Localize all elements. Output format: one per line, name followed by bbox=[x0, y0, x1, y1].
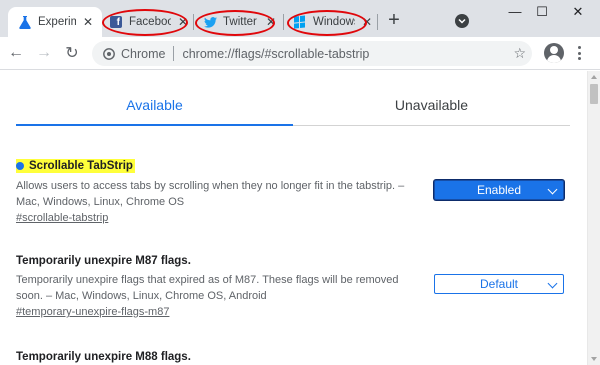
tab-available[interactable]: Available bbox=[16, 97, 293, 113]
experiment-unexpire-m87: Temporarily unexpire M87 flags. Temporar… bbox=[16, 251, 570, 319]
experiment-unexpire-m88: Temporarily unexpire M88 flags. bbox=[16, 347, 570, 365]
close-tab-icon[interactable]: ✕ bbox=[359, 14, 375, 30]
avatar-body bbox=[547, 55, 561, 63]
vertical-scrollbar[interactable] bbox=[587, 71, 600, 365]
omnibox-divider bbox=[173, 46, 175, 61]
tab-title: Facebook bbox=[129, 16, 171, 28]
tab-title: Twitter bbox=[223, 16, 257, 28]
close-tab-icon[interactable]: ✕ bbox=[263, 14, 279, 30]
twitter-icon bbox=[203, 15, 217, 29]
avatar-head bbox=[550, 46, 558, 54]
experiment-permalink[interactable]: #scrollable-tabstrip bbox=[16, 211, 570, 225]
reload-button[interactable]: ↻ bbox=[62, 43, 82, 63]
tab-title: Experiments bbox=[38, 16, 76, 28]
tab-separator bbox=[377, 14, 378, 30]
tab-title: Windows bbox=[313, 16, 355, 28]
scrollbar-thumb[interactable] bbox=[590, 84, 598, 104]
experiment-title: Temporarily unexpire M87 flags. bbox=[16, 254, 191, 268]
flags-tabs: Available Unavailable bbox=[16, 71, 570, 126]
experiment-description: Temporarily unexpire flags that expired … bbox=[16, 274, 399, 302]
experiment-state-select[interactable]: Enabled bbox=[434, 180, 564, 200]
facebook-icon: f bbox=[109, 15, 123, 29]
tab-facebook[interactable]: f Facebook ✕ bbox=[103, 7, 191, 37]
bookmark-star-icon[interactable]: ☆ bbox=[513, 45, 526, 62]
experiment-title: Temporarily unexpire M88 flags. bbox=[16, 350, 191, 364]
address-bar[interactable]: Chrome chrome://flags/#scrollable-tabstr… bbox=[92, 41, 532, 66]
experiment-description: Allows users to access tabs by scrolling… bbox=[16, 180, 405, 208]
active-tab-indicator bbox=[16, 124, 293, 126]
scroll-down-arrow-icon[interactable] bbox=[591, 357, 597, 361]
tab-search-button[interactable] bbox=[455, 14, 469, 28]
select-value: Enabled bbox=[476, 183, 522, 197]
tab-windows[interactable]: Windows ✕ bbox=[287, 7, 375, 37]
minimize-button[interactable]: — bbox=[505, 4, 525, 20]
url-text: chrome://flags/#scrollable-tabstrip bbox=[182, 46, 370, 61]
chrome-icon bbox=[103, 47, 115, 60]
flags-page: Available Unavailable Scrollable TabStri… bbox=[0, 71, 587, 365]
tab-separator bbox=[193, 14, 194, 30]
tab-separator bbox=[283, 14, 284, 30]
scroll-up-arrow-icon[interactable] bbox=[591, 75, 597, 79]
chevron-down-icon bbox=[458, 18, 466, 24]
experiment-title-text: Temporarily unexpire M88 flags. bbox=[16, 351, 191, 363]
tab-strip: Experiments ✕ f Facebook ✕ Twitter ✕ Win… bbox=[0, 0, 600, 37]
menu-more-icon[interactable] bbox=[574, 45, 584, 61]
toolbar: ← → ↻ Chrome chrome://flags/#scrollable-… bbox=[0, 37, 600, 70]
maximize-button[interactable]: ☐ bbox=[532, 4, 552, 20]
experiment-scrollable-tabstrip: Scrollable TabStrip Allows users to acce… bbox=[16, 157, 570, 225]
chevron-down-icon bbox=[547, 278, 558, 289]
close-tab-icon[interactable]: ✕ bbox=[80, 14, 96, 30]
chevron-down-icon bbox=[547, 184, 558, 195]
experiment-title-text: Temporarily unexpire M87 flags. bbox=[16, 255, 191, 267]
experiment-permalink[interactable]: #temporary-unexpire-flags-m87 bbox=[16, 305, 570, 319]
experiment-title-text: Scrollable TabStrip bbox=[29, 160, 133, 172]
close-tab-icon[interactable]: ✕ bbox=[175, 14, 191, 30]
tab-experiments[interactable]: Experiments ✕ bbox=[8, 7, 102, 37]
windows-icon bbox=[293, 15, 307, 29]
tab-twitter[interactable]: Twitter ✕ bbox=[197, 7, 279, 37]
select-value: Default bbox=[479, 277, 519, 291]
flask-icon bbox=[18, 15, 32, 29]
modified-dot-icon bbox=[16, 162, 24, 170]
back-button[interactable]: ← bbox=[6, 43, 26, 63]
close-window-button[interactable]: ✕ bbox=[568, 4, 588, 20]
tab-unavailable[interactable]: Unavailable bbox=[293, 97, 570, 113]
profile-avatar-button[interactable] bbox=[544, 43, 564, 63]
experiment-title: Scrollable TabStrip bbox=[16, 159, 135, 173]
new-tab-button[interactable]: + bbox=[383, 10, 405, 32]
chrome-chip: Chrome bbox=[121, 46, 166, 61]
forward-button[interactable]: → bbox=[34, 43, 54, 63]
experiment-state-select[interactable]: Default bbox=[434, 274, 564, 294]
